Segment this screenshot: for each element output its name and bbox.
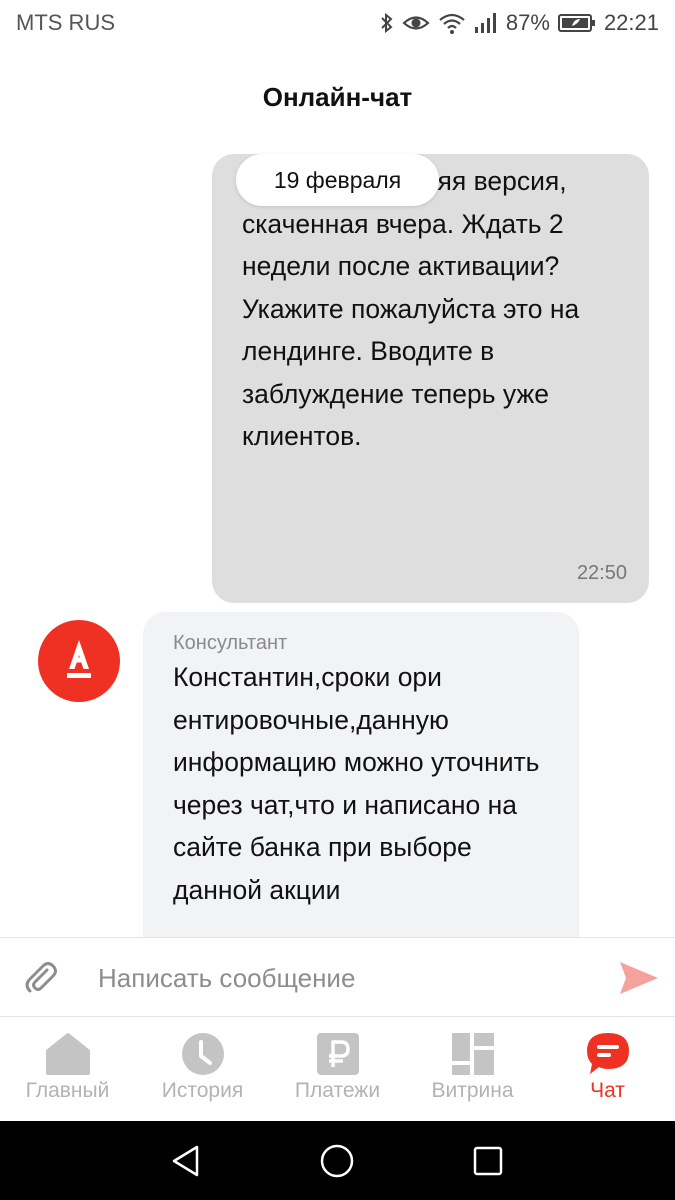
incoming-message-bubble[interactable]: Консультант Константин,сроки ори ентиров… [143,612,579,937]
ruble-icon [314,1031,362,1077]
nav-label-history: История [161,1079,244,1102]
eye-icon [402,11,430,35]
date-separator: 19 февраля [236,154,439,206]
nav-item-showcase[interactable]: Витрина [405,1017,540,1121]
alfa-logo-icon [67,640,91,678]
nav-label-payments: Платежи [294,1079,381,1102]
nav-label-home: Главный [25,1079,110,1102]
nav-item-chat[interactable]: Чат [540,1017,675,1121]
chat-header: Онлайн-чат [0,46,675,150]
page-title: Онлайн-чат [262,82,413,112]
outgoing-message-text: У меня последняя версия, скаченная вчера… [242,174,580,451]
message-input[interactable] [98,956,598,1000]
nav-label-chat: Чат [590,1079,625,1102]
message-composer [0,937,675,1017]
signal-icon [474,12,498,34]
recents-icon[interactable] [470,1143,506,1179]
nav-item-payments[interactable]: Платежи [270,1017,405,1121]
battery-icon [557,13,596,33]
clock-time: 22:21 [603,10,659,35]
bluetooth-icon [380,11,394,35]
message-sender-name: Консультант [173,632,288,654]
outgoing-message-clip: У меня последняя версия, скаченная вчера… [242,174,637,564]
home-button-icon[interactable] [319,1143,355,1179]
bottom-navigation: Главный История Платежи Витрина Чат [0,1017,675,1121]
back-icon[interactable] [168,1143,204,1179]
carrier-name: MTS RUS [16,10,115,35]
battery-percent: 87% [505,10,550,35]
clock-icon [179,1031,227,1077]
nav-label-showcase: Витрина [431,1079,514,1102]
outgoing-message-time: 22:50 [576,562,627,584]
paperclip-icon[interactable] [20,958,60,998]
status-indicators: 87% 22:21 [380,8,659,38]
outgoing-message-bubble[interactable]: У меня последняя версия, скаченная вчера… [212,154,649,603]
incoming-message-text: Константин,сроки ори ентировочные,данную… [173,662,540,905]
send-icon[interactable] [618,958,660,998]
consultant-avatar [38,620,120,702]
chat-icon [584,1031,632,1077]
nav-item-history[interactable]: История [135,1017,270,1121]
nav-item-home[interactable]: Главный [0,1017,135,1121]
chat-messages[interactable]: У меня последняя версия, скаченная вчера… [0,150,675,937]
wifi-icon [438,11,466,35]
status-bar: MTS RUS 87% 22:21 [0,0,675,46]
home-icon [44,1031,92,1077]
system-navigation-bar [0,1121,675,1200]
showcase-icon [449,1031,497,1077]
